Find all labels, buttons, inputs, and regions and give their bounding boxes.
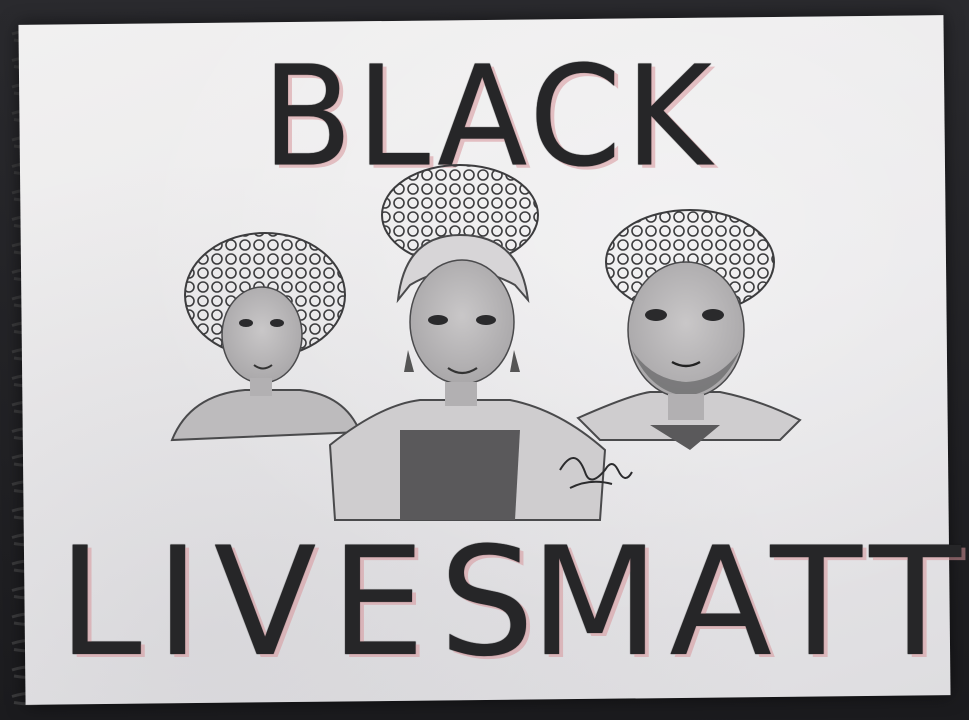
man-portrait xyxy=(576,209,802,450)
child-portrait xyxy=(170,232,362,442)
bottom-word-lives: LIVES xyxy=(58,516,549,690)
woman-portrait xyxy=(328,164,607,521)
photo-scene: BLACK LIVES MATT xyxy=(0,0,969,720)
bottom-word-matter: MATTER xyxy=(530,516,969,690)
